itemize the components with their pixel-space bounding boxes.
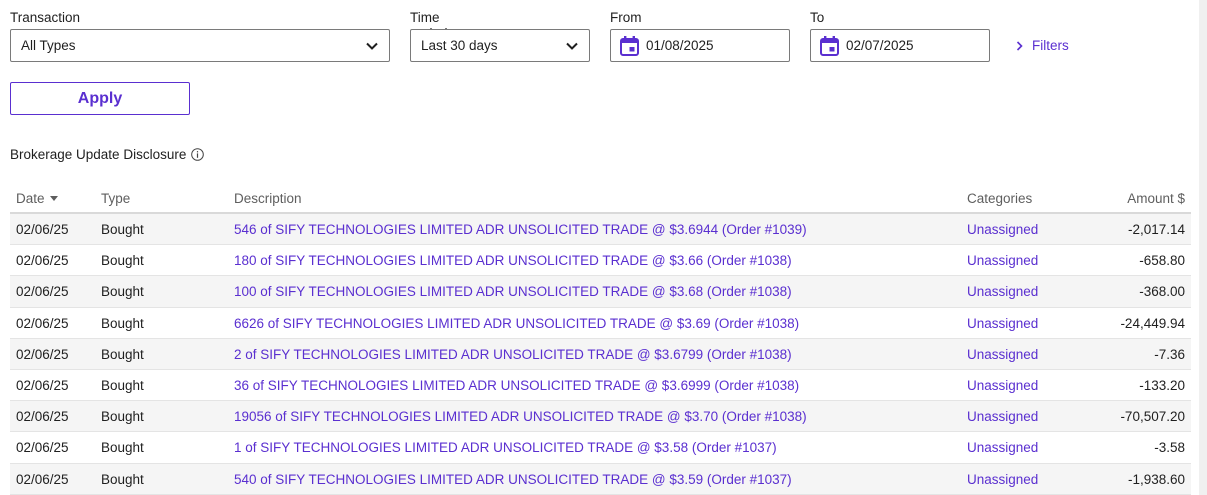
apply-button[interactable]: Apply	[10, 82, 190, 115]
row-type: Bought	[101, 346, 144, 362]
filters-link-label: Filters	[1032, 38, 1069, 53]
row-description-link[interactable]: 2 of SIFY TECHNOLOGIES LIMITED ADR UNSOL…	[234, 347, 792, 362]
row-category-link[interactable]: Unassigned	[967, 378, 1038, 393]
row-type: Bought	[101, 284, 144, 300]
table-row: 02/06/25 Bought 6626 of SIFY TECHNOLOGIE…	[10, 308, 1191, 339]
row-amount: -368.00	[1139, 284, 1185, 300]
calendar-icon[interactable]	[820, 36, 839, 56]
row-amount: -1,938.60	[1127, 471, 1185, 487]
table-row: 02/06/25 Bought 100 of SIFY TECHNOLOGIES…	[10, 276, 1191, 308]
row-amount: -133.20	[1139, 377, 1185, 393]
row-category-link[interactable]: Unassigned	[967, 347, 1038, 362]
row-date: 02/06/25	[16, 253, 69, 269]
table-row: 02/06/25 Bought 180 of SIFY TECHNOLOGIES…	[10, 245, 1191, 277]
row-description-link[interactable]: 1 of SIFY TECHNOLOGIES LIMITED ADR UNSOL…	[234, 440, 777, 455]
transaction-field: Transaction	[10, 10, 80, 26]
row-description-link[interactable]: 36 of SIFY TECHNOLOGIES LIMITED ADR UNSO…	[234, 378, 799, 393]
transaction-select[interactable]: All Types	[10, 29, 390, 62]
page-scrollbar[interactable]	[1199, 0, 1207, 495]
row-category-link[interactable]: Unassigned	[967, 409, 1038, 424]
header-type: Type	[101, 191, 131, 206]
row-category-link[interactable]: Unassigned	[967, 472, 1038, 487]
time-period-select[interactable]: Last 30 days	[410, 29, 590, 62]
row-date: 02/06/25	[16, 284, 69, 300]
row-amount: -7.36	[1154, 346, 1185, 362]
row-date: 02/06/25	[16, 440, 69, 456]
transaction-label: Transaction	[10, 10, 81, 25]
header-categories: Categories	[967, 191, 1033, 206]
time-period-field: Time period	[410, 10, 448, 41]
row-description-link[interactable]: 180 of SIFY TECHNOLOGIES LIMITED ADR UNS…	[234, 253, 792, 268]
row-category-link[interactable]: Unassigned	[967, 316, 1038, 331]
header-date-label: Date	[16, 191, 45, 206]
from-field: From	[610, 10, 642, 26]
from-label: From	[610, 10, 642, 25]
to-field: To	[810, 10, 824, 26]
time-period-value: Last 30 days	[421, 38, 498, 53]
from-date-value: 01/08/2025	[646, 38, 714, 53]
row-type: Bought	[101, 409, 144, 425]
row-category-link[interactable]: Unassigned	[967, 284, 1038, 299]
header-description: Description	[234, 191, 302, 206]
row-type: Bought	[101, 222, 144, 237]
chevron-down-icon	[366, 42, 378, 50]
row-date: 02/06/25	[16, 222, 69, 237]
to-date-value: 02/07/2025	[846, 38, 914, 53]
calendar-icon[interactable]	[620, 36, 639, 56]
header-date[interactable]: Date	[16, 191, 58, 206]
from-date-input[interactable]: 01/08/2025	[610, 29, 790, 62]
row-description-link[interactable]: 100 of SIFY TECHNOLOGIES LIMITED ADR UNS…	[234, 284, 792, 299]
chevron-right-icon	[1016, 40, 1023, 51]
row-amount: -658.80	[1139, 253, 1185, 269]
disclosure-label: Brokerage Update Disclosure	[10, 147, 187, 162]
time-period-label: Time period	[410, 10, 448, 41]
row-category-link[interactable]: Unassigned	[967, 440, 1038, 455]
row-description-link[interactable]: 540 of SIFY TECHNOLOGIES LIMITED ADR UNS…	[234, 472, 792, 487]
row-type: Bought	[101, 377, 144, 393]
row-date: 02/06/25	[16, 471, 69, 487]
table-row: 02/06/25 Bought 540 of SIFY TECHNOLOGIES…	[10, 463, 1191, 495]
row-amount: -70,507.20	[1120, 409, 1185, 425]
chevron-down-icon	[566, 42, 578, 50]
row-amount: -2,017.14	[1127, 222, 1185, 237]
table-header: Date Type Description Categories Amount …	[10, 182, 1191, 214]
row-type: Bought	[101, 315, 144, 331]
row-amount: -3.58	[1154, 440, 1185, 456]
table-row: 02/06/25 Bought 36 of SIFY TECHNOLOGIES …	[10, 370, 1191, 402]
row-date: 02/06/25	[16, 377, 69, 393]
row-category-link[interactable]: Unassigned	[967, 253, 1038, 268]
row-description-link[interactable]: 19056 of SIFY TECHNOLOGIES LIMITED ADR U…	[234, 409, 807, 424]
header-amount: Amount $	[1127, 191, 1185, 206]
to-date-input[interactable]: 02/07/2025	[810, 29, 990, 62]
row-amount: -24,449.94	[1120, 315, 1185, 331]
row-type: Bought	[101, 440, 144, 456]
filters-link[interactable]: Filters	[1016, 38, 1069, 53]
transactions-table: Date Type Description Categories Amount …	[10, 182, 1191, 495]
info-icon[interactable]	[191, 148, 205, 161]
row-type: Bought	[101, 471, 144, 487]
sort-desc-icon	[49, 196, 58, 201]
table-row: 02/06/25 Bought 19056 of SIFY TECHNOLOGI…	[10, 401, 1191, 433]
row-description-link[interactable]: 546 of SIFY TECHNOLOGIES LIMITED ADR UNS…	[234, 222, 807, 237]
row-date: 02/06/25	[16, 409, 69, 425]
transaction-value: All Types	[21, 38, 76, 53]
row-description-link[interactable]: 6626 of SIFY TECHNOLOGIES LIMITED ADR UN…	[234, 316, 799, 331]
row-category-link[interactable]: Unassigned	[967, 222, 1038, 237]
row-date: 02/06/25	[16, 346, 69, 362]
row-type: Bought	[101, 253, 144, 269]
table-row: 02/06/25 Bought 546 of SIFY TECHNOLOGIES…	[10, 214, 1191, 246]
table-row: 02/06/25 Bought 2 of SIFY TECHNOLOGIES L…	[10, 338, 1191, 370]
to-label: To	[810, 10, 825, 25]
table-row: 02/06/25 Bought 1 of SIFY TECHNOLOGIES L…	[10, 432, 1191, 464]
brokerage-disclosure: Brokerage Update Disclosure	[10, 147, 205, 162]
row-date: 02/06/25	[16, 315, 69, 331]
